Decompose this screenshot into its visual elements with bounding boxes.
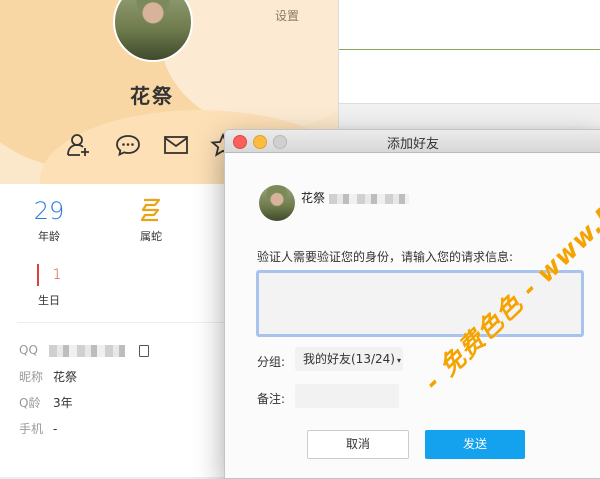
group-select-value: 我的好友(13/24) (303, 352, 395, 366)
send-button[interactable]: 发送 (425, 430, 525, 459)
remark-label: 备注: (257, 392, 286, 406)
age-label: 年龄 (38, 230, 60, 243)
dialog-titlebar[interactable]: 添加好友 (225, 130, 600, 153)
friend-name: 花祭 (301, 189, 410, 206)
verification-prompt: 验证人需要验证您的身份，请输入您的请求信息: (257, 250, 514, 264)
qage-label: Q龄 (19, 396, 41, 410)
chat-bubble-icon (116, 135, 140, 157)
group-label: 分组: (257, 355, 286, 369)
mail-button[interactable] (163, 133, 189, 157)
qage-row: Q龄 3年 (19, 394, 73, 411)
birthday-label: 生日 (38, 294, 60, 307)
dialog-title: 添加好友 (386, 137, 439, 152)
birthday-value: 1 (52, 267, 62, 283)
zodiac-label: 属蛇 (140, 230, 162, 243)
snake-zodiac-icon (121, 197, 181, 225)
cancel-button[interactable]: 取消 (307, 430, 409, 459)
qage-value: 3年 (53, 396, 73, 410)
friend-id-redacted (329, 193, 410, 204)
chat-button[interactable] (115, 133, 141, 157)
friend-avatar (259, 185, 295, 221)
qq-number-redacted (49, 344, 125, 357)
verification-message-input[interactable] (256, 270, 584, 337)
background-window (338, 0, 600, 126)
zodiac-stat: 属蛇 (121, 197, 181, 244)
add-friend-button[interactable] (66, 133, 92, 157)
friend-name-text: 花祭 (301, 191, 326, 205)
qq-label: QQ (19, 343, 38, 357)
group-select[interactable]: 我的好友(13/24) ▾ (295, 347, 403, 371)
copy-icon[interactable] (138, 344, 149, 357)
qq-row: QQ (19, 343, 149, 357)
background-toolbar (339, 103, 600, 126)
age-stat: 29 年龄 (19, 197, 79, 244)
remark-input[interactable] (295, 384, 399, 408)
birthday-calendar-icon: 1 (19, 261, 79, 289)
add-friend-icon (67, 134, 89, 156)
nickname-row: 昵称 花祭 (19, 368, 77, 385)
birthday-stat: 1 生日 (19, 261, 79, 308)
chevron-down-icon: ▾ (396, 356, 401, 365)
phone-label: 手机 (19, 422, 44, 436)
phone-row: 手机 - (19, 420, 57, 437)
nickname-value: 花祭 (53, 370, 78, 384)
nickname-label: 昵称 (19, 370, 44, 384)
age-value: 29 (33, 197, 65, 225)
phone-value: - (53, 422, 58, 436)
profile-nickname: 花祭 (130, 84, 174, 108)
settings-link[interactable]: 设置 (275, 7, 299, 24)
add-friend-dialog: 添加好友 花祭 验证人需要验证您的身份，请输入您的请求信息: 分组: 我的好友(… (224, 129, 600, 479)
dialog-body: 花祭 验证人需要验证您的身份，请输入您的请求信息: 分组: 我的好友(13/24… (225, 153, 600, 478)
background-divider (339, 49, 600, 50)
mail-icon (164, 136, 188, 154)
